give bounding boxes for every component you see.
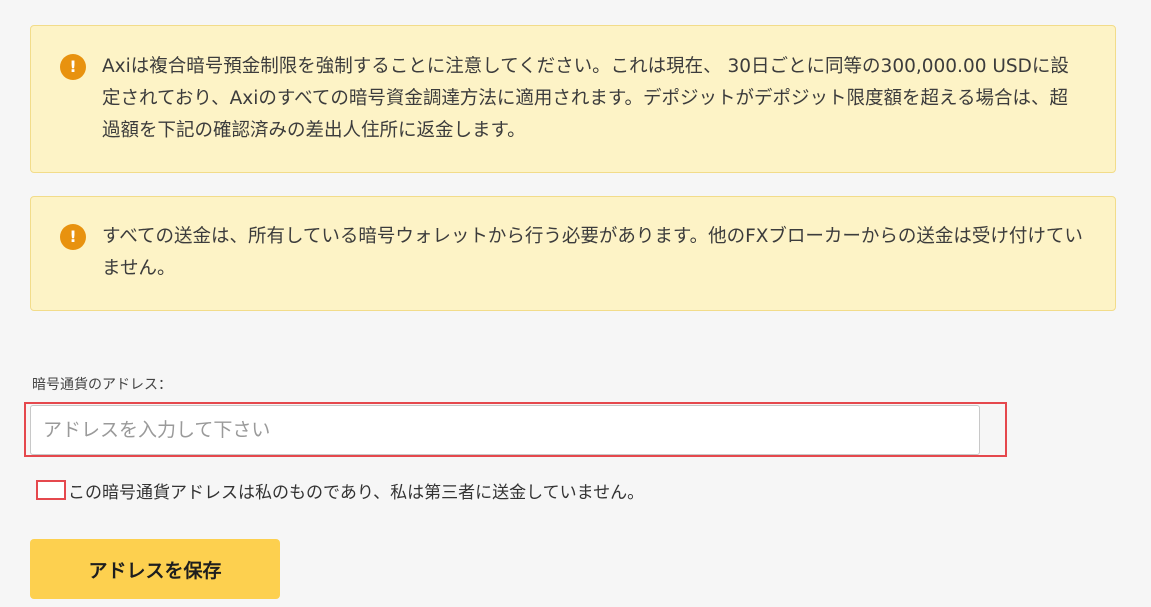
deposit-limit-notice: ! Axiは複合暗号預金制限を強制することに注意してください。これは現在、 30… <box>30 25 1116 173</box>
info-icon: ! <box>60 224 86 250</box>
ownership-confirmation-label[interactable]: この暗号通貨アドレスは私のものであり、私は第三者に送金していません。 <box>68 478 644 503</box>
deposit-limit-notice-text: Axiは複合暗号預金制限を強制することに注意してください。これは現在、 30日ご… <box>102 56 1069 141</box>
crypto-address-input[interactable] <box>30 405 980 455</box>
wallet-ownership-notice-text: すべての送金は、所有している暗号ウォレットから行う必要があります。他のFXブロー… <box>102 226 1083 279</box>
info-icon: ! <box>60 54 86 80</box>
save-address-button[interactable]: アドレスを保存 <box>30 539 280 599</box>
crypto-address-label: 暗号通貨のアドレス： <box>32 377 172 393</box>
ownership-confirmation-checkbox[interactable] <box>36 480 66 500</box>
crypto-address-form-page: ! Axiは複合暗号預金制限を強制することに注意してください。これは現在、 30… <box>0 0 1151 607</box>
ownership-confirmation-row: この暗号通貨アドレスは私のものであり、私は第三者に送金していません。 <box>36 478 644 503</box>
wallet-ownership-notice: ! すべての送金は、所有している暗号ウォレットから行う必要があります。他のFXブ… <box>30 196 1116 311</box>
